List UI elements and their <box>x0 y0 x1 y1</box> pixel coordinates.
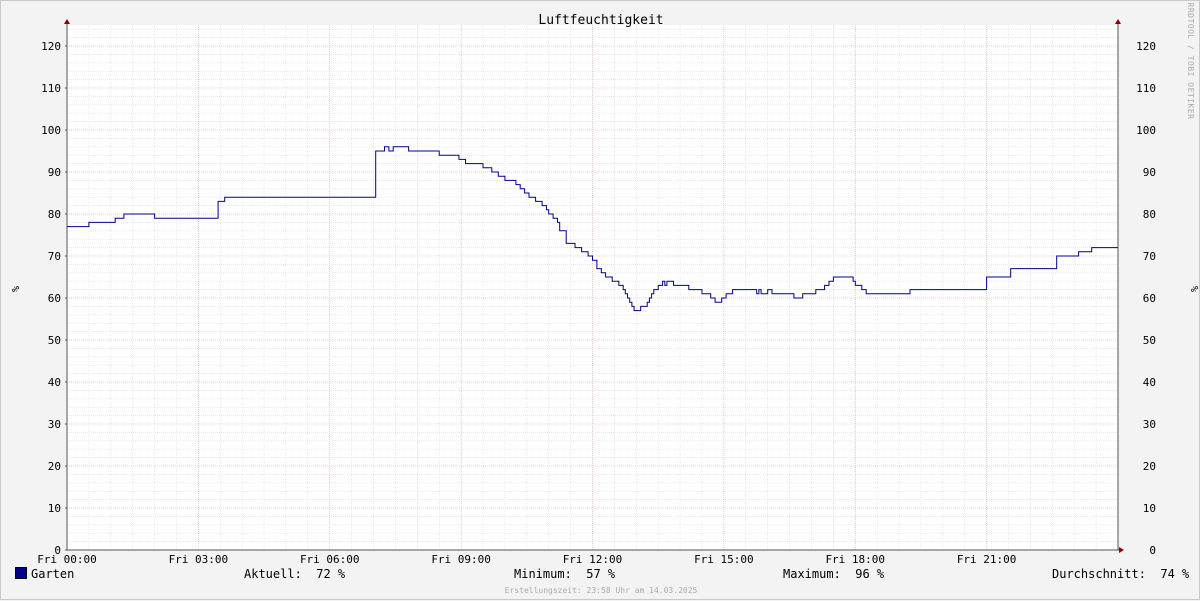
y-tick-label: 20 <box>48 460 61 473</box>
y-tick-label: 70 <box>48 250 61 263</box>
legend-swatch <box>15 567 27 579</box>
watermark: RRDTOOL / TOBI OETIKER <box>1186 3 1195 120</box>
y-tick-label: 50 <box>48 334 61 347</box>
y-tick-labels-left: 0102030405060708090100110120 <box>41 40 61 557</box>
y-axis-label-left: % <box>9 286 20 292</box>
y-tick-label: 0 <box>1149 544 1156 557</box>
y-tick-label: 90 <box>48 166 61 179</box>
x-tick-label: Fri 06:00 <box>300 553 360 566</box>
y-tick-label: 50 <box>1143 334 1156 347</box>
y-axis-label-right: % <box>1188 286 1199 292</box>
y-tick-label: 90 <box>1143 166 1156 179</box>
y-tick-label: 30 <box>1143 418 1156 431</box>
y-tick-label: 40 <box>48 376 61 389</box>
x-tick-label: Fri 03:00 <box>169 553 229 566</box>
y-tick-label: 70 <box>1143 250 1156 263</box>
legend: Garten Aktuell: 72 % Minimum: 57 % Maxim… <box>1 567 1200 587</box>
x-tick-label: Fri 18:00 <box>825 553 885 566</box>
legend-series-name: Garten <box>31 567 75 581</box>
x-tick-label: Fri 09:00 <box>431 553 491 566</box>
y-axis-arrow-left <box>64 19 70 24</box>
y-tick-label: 10 <box>1143 502 1156 515</box>
stat-aktuell: Aktuell: 72 % <box>244 567 346 581</box>
creation-timestamp: Erstellungszeit: 23:58 Uhr am 14.03.2025 <box>504 586 698 595</box>
x-tick-label: Fri 21:00 <box>957 553 1017 566</box>
x-tick-label: Fri 12:00 <box>563 553 623 566</box>
stat-maximum: Maximum: 96 % <box>783 567 885 581</box>
y-tick-label: 100 <box>1136 124 1156 137</box>
x-tick-labels: Fri 00:00 Fri 03:00 Fri 06:00 Fri 09:00 Fri … <box>37 553 1016 566</box>
stat-minimum: Minimum: 57 % <box>514 567 616 581</box>
y-tick-label: 10 <box>48 502 61 515</box>
legend-item-garten: Garten <box>15 567 74 581</box>
y-tick-labels-right: 0 10 20 30 40 50 60 70 80 90 100 110 120 <box>1136 40 1156 557</box>
y-tick-label: 120 <box>1136 40 1156 53</box>
y-tick-label: 20 <box>1143 460 1156 473</box>
y-tick-label: 60 <box>1143 292 1156 305</box>
line-chart: 0 10 20 30 40 50 60 70 80 90 100 110 120 0 10 20 30 40 50… <box>9 3 1199 566</box>
y-tick-label: 30 <box>48 418 61 431</box>
y-tick-label: 100 <box>41 124 61 137</box>
y-axis-arrow-right <box>1115 19 1121 24</box>
y-tick-label: 60 <box>48 292 61 305</box>
y-tick-label: 110 <box>41 82 61 95</box>
chart-title: Luftfeuchtigkeit <box>538 13 663 28</box>
y-tick-label: 80 <box>48 208 61 221</box>
y-tick-label: 40 <box>1143 376 1156 389</box>
y-tick-label: 120 <box>41 40 61 53</box>
x-axis-arrow <box>1119 547 1124 553</box>
x-tick-label: Fri 15:00 <box>694 553 754 566</box>
x-tick-label: Fri 00:00 <box>37 553 97 566</box>
chart-frame: 0 10 20 30 40 50 60 70 80 90 100 110 120 0 10 20 30 40 50… <box>0 0 1200 600</box>
y-tick-label: 80 <box>1143 208 1156 221</box>
y-tick-label: 110 <box>1136 82 1156 95</box>
stat-durchschnitt: Durchschnitt: 74 % <box>1052 567 1190 581</box>
